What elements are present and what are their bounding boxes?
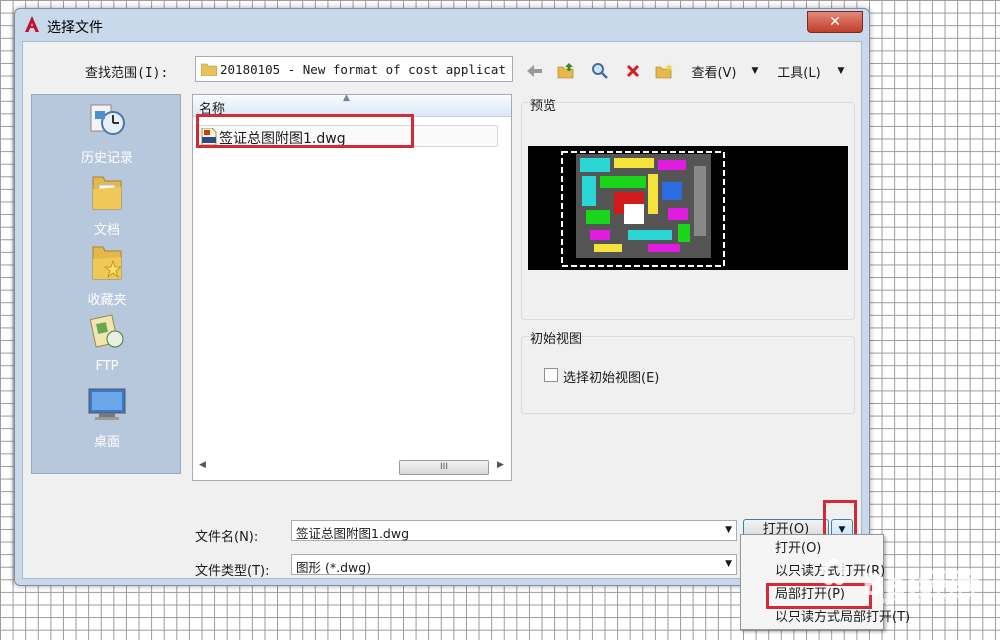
place-label: 文档 bbox=[93, 223, 120, 238]
tools-menu-label: 工具(L) bbox=[777, 65, 821, 81]
new-folder-icon bbox=[655, 63, 673, 79]
watermark: ✿ Bai经验 jingyan.baidu.com bbox=[812, 546, 1000, 606]
place-label: FTP bbox=[95, 359, 119, 374]
search-web-button[interactable] bbox=[589, 60, 611, 82]
place-documents[interactable]: 文档 bbox=[32, 173, 182, 243]
tools-menu-button[interactable]: 工具(L) bbox=[769, 60, 829, 82]
menu-item-partial-open-readonly[interactable]: 以只读方式局部打开(T) bbox=[741, 607, 910, 629]
filetype-select[interactable]: 图形 (*.dwg) ▼ bbox=[291, 554, 737, 575]
initial-view-checkbox[interactable] bbox=[544, 368, 558, 382]
filename-value: 签证总图附图1.dwg bbox=[296, 526, 410, 541]
lookin-value: 20180105 - New format of cost applicat bbox=[220, 62, 506, 77]
filename-label: 文件名(N): bbox=[195, 530, 259, 545]
filetype-label: 文件类型(T): bbox=[195, 564, 270, 579]
chevron-down-icon: ▼ bbox=[837, 66, 845, 76]
history-icon bbox=[90, 104, 125, 135]
sort-up-icon: ▲ bbox=[343, 93, 350, 103]
scroll-right-icon[interactable]: ▶ bbox=[497, 460, 504, 470]
watermark-sub: jingyan.baidu.com bbox=[874, 596, 958, 606]
horizontal-scrollbar[interactable]: ◀ III ▶ bbox=[194, 457, 510, 477]
drawing-thumbnail bbox=[561, 151, 725, 267]
filename-input[interactable]: 签证总图附图1.dwg ▼ bbox=[291, 520, 737, 541]
favorites-folder-icon bbox=[92, 246, 123, 280]
place-history[interactable]: 历史记录 bbox=[32, 101, 182, 171]
delete-button[interactable] bbox=[623, 60, 643, 82]
view-menu-button[interactable]: 查看(V) bbox=[685, 60, 743, 82]
back-arrow-icon bbox=[527, 65, 542, 77]
chevron-down-icon: ▼ bbox=[751, 66, 759, 76]
filetype-value: 图形 (*.dwg) bbox=[296, 560, 372, 575]
new-folder-button[interactable] bbox=[653, 60, 675, 82]
paw-logo-icon: ✿ bbox=[818, 550, 850, 594]
initial-view-checkbox-label[interactable]: 选择初始视图(E) bbox=[563, 367, 659, 386]
autocad-logo-icon bbox=[25, 16, 39, 32]
documents-folder-icon bbox=[92, 176, 122, 210]
search-web-icon bbox=[592, 63, 608, 79]
initial-view-title: 初始视图 bbox=[530, 332, 583, 347]
file-list: 名称 ▲ 签证总图附图1.dwg ◀ III ▶ bbox=[192, 93, 512, 481]
preview-title: 预览 bbox=[530, 99, 557, 114]
dialog-title: 选择文件 bbox=[47, 20, 103, 36]
scroll-thumb[interactable]: III bbox=[399, 460, 489, 475]
place-label: 历史记录 bbox=[80, 151, 133, 166]
view-menu-arrow[interactable]: ▼ bbox=[749, 60, 761, 82]
chevron-down-icon[interactable]: ▼ bbox=[725, 559, 732, 569]
lookin-combo[interactable]: 20180105 - New format of cost applicat bbox=[195, 56, 513, 82]
delete-icon bbox=[626, 64, 640, 78]
lookin-label: 查找范围(I): bbox=[85, 66, 169, 81]
folder-icon bbox=[201, 63, 217, 76]
back-button[interactable] bbox=[525, 60, 545, 82]
drawing-preview bbox=[528, 146, 848, 270]
place-ftp[interactable]: FTP bbox=[32, 313, 182, 383]
dialog-body: 查找范围(I): 20180105 - New format of cost a… bbox=[22, 41, 862, 579]
place-favorites[interactable]: 收藏夹 bbox=[32, 243, 182, 313]
annotation-highlight-file bbox=[196, 114, 414, 148]
select-file-dialog: 选择文件 ✕ 查找范围(I): 20180105 - New format of… bbox=[14, 8, 870, 586]
place-label: 收藏夹 bbox=[87, 293, 127, 308]
chevron-down-icon[interactable]: ▼ bbox=[725, 525, 732, 535]
ftp-icon bbox=[89, 314, 124, 348]
close-button[interactable]: ✕ bbox=[807, 11, 863, 33]
view-menu-label: 查看(V) bbox=[691, 65, 737, 81]
place-label: 桌面 bbox=[93, 435, 120, 450]
scroll-left-icon[interactable]: ◀ bbox=[199, 460, 206, 470]
tools-menu-arrow[interactable]: ▼ bbox=[835, 60, 847, 82]
up-folder-icon bbox=[557, 63, 574, 79]
title-bar: 选择文件 ✕ bbox=[15, 9, 869, 39]
up-folder-button[interactable] bbox=[555, 60, 577, 82]
desktop-icon bbox=[88, 388, 126, 420]
places-bar: 历史记录 文档 收藏夹 FTP 桌面 bbox=[31, 94, 181, 474]
place-desktop[interactable]: 桌面 bbox=[32, 385, 182, 455]
